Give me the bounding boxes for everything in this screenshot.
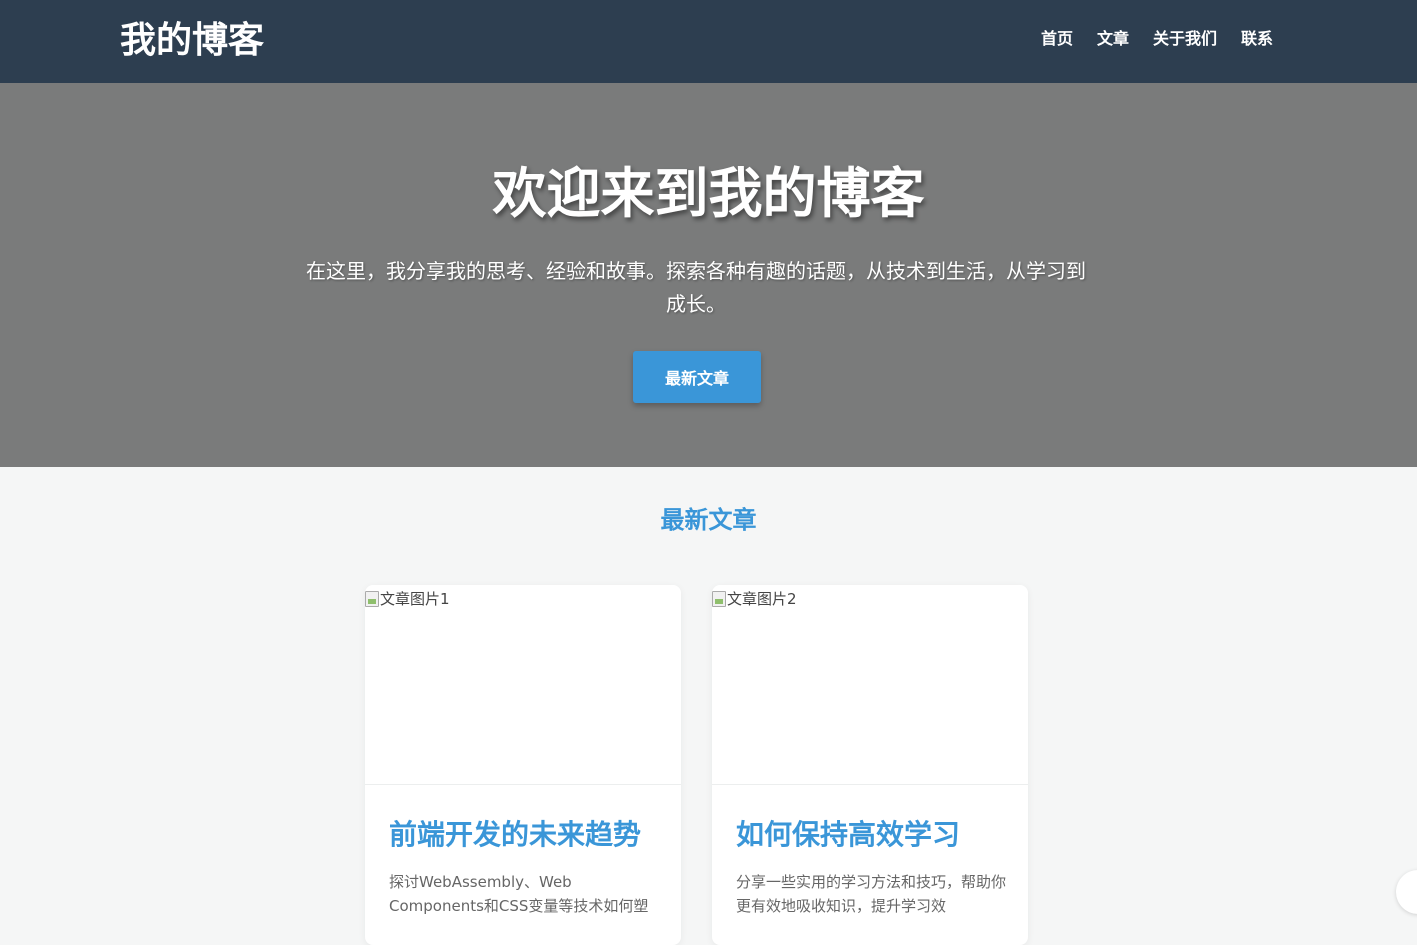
main-nav: 首页 文章 关于我们 联系 xyxy=(1041,28,1273,50)
hero-title: 欢迎来到我的博客 xyxy=(492,162,925,225)
broken-image-icon xyxy=(365,591,379,607)
hero-banner: 欢迎来到我的博客 在这里，我分享我的思考、经验和故事。探索各种有趣的话题，从技术… xyxy=(0,83,1417,467)
image-alt-text: 文章图片2 xyxy=(712,589,797,609)
post-excerpt: 探讨WebAssembly、Web Components和CSS变量等技术如何塑 xyxy=(389,873,649,915)
floating-action-button[interactable] xyxy=(1396,870,1417,914)
post-excerpt: 分享一些实用的学习方法和技巧，帮助你更有效地吸收知识，提升学习效 xyxy=(736,873,1007,915)
post-title[interactable]: 前端开发的未来趋势 xyxy=(389,815,641,855)
image-alt-text: 文章图片1 xyxy=(365,589,450,609)
image-alt-label: 文章图片2 xyxy=(727,590,797,608)
nav-link-articles[interactable]: 文章 xyxy=(1097,28,1129,50)
site-logo[interactable]: 我的博客 xyxy=(120,20,264,62)
section-title: 最新文章 xyxy=(660,506,757,534)
post-card[interactable]: 文章图片1 前端开发的未来趋势 探讨WebAssembly、Web Compon… xyxy=(365,585,681,945)
latest-posts-button[interactable]: 最新文章 xyxy=(633,351,761,403)
site-header: 我的博客 首页 文章 关于我们 联系 xyxy=(0,0,1417,83)
post-image[interactable]: 文章图片1 xyxy=(365,585,681,785)
broken-image-icon xyxy=(712,591,726,607)
hero-description: 在这里，我分享我的思考、经验和故事。探索各种有趣的话题，从技术到生活，从学习到成… xyxy=(306,259,1086,316)
post-card[interactable]: 文章图片2 如何保持高效学习 分享一些实用的学习方法和技巧，帮助你更有效地吸收知… xyxy=(712,585,1028,945)
image-alt-label: 文章图片1 xyxy=(380,590,450,608)
nav-link-about[interactable]: 关于我们 xyxy=(1153,28,1217,50)
post-title[interactable]: 如何保持高效学习 xyxy=(736,815,960,855)
nav-link-home[interactable]: 首页 xyxy=(1041,28,1073,50)
post-image[interactable]: 文章图片2 xyxy=(712,585,1028,785)
nav-link-contact[interactable]: 联系 xyxy=(1241,28,1273,50)
